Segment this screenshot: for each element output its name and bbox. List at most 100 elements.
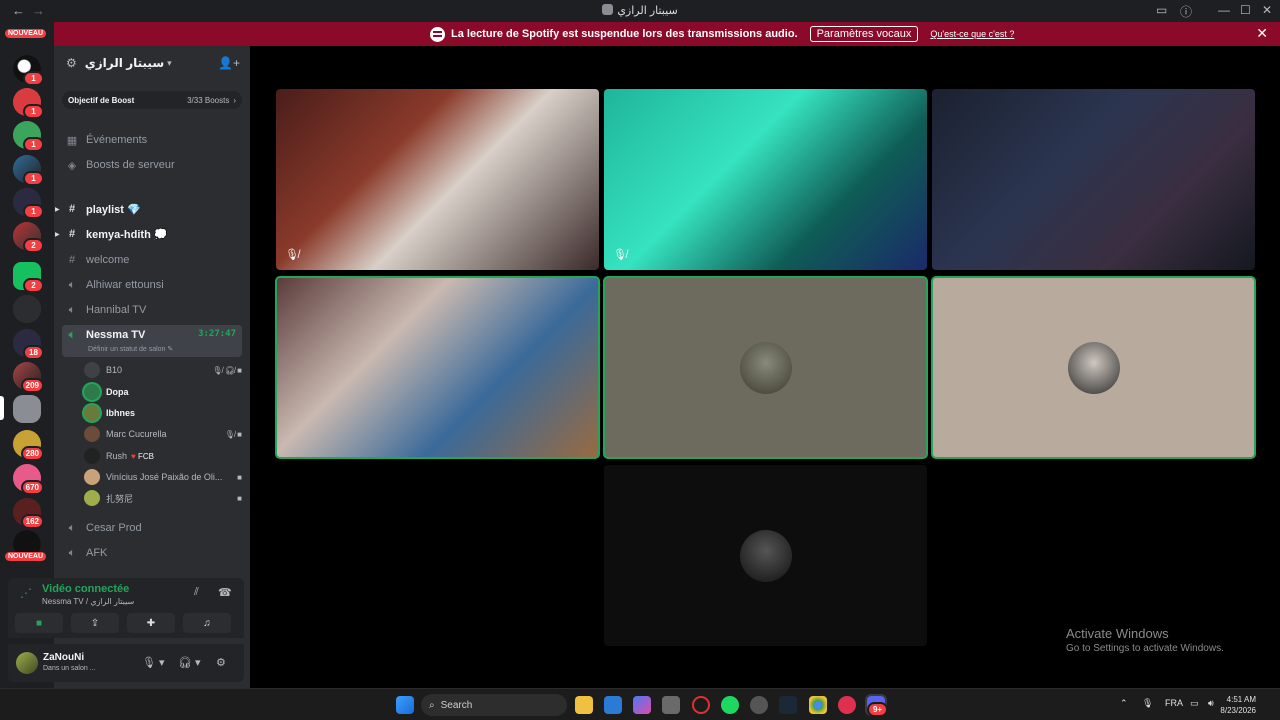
app-icon[interactable] xyxy=(750,696,768,714)
video-tile[interactable]: 🎙︎̸ xyxy=(276,89,599,270)
channel-server-boosts[interactable]: ◈ Boosts de serveur xyxy=(62,154,242,176)
minimize-icon[interactable]: — xyxy=(1218,3,1230,17)
server-icon-10[interactable]: 209 xyxy=(13,362,44,393)
voice-channel-alhiwar[interactable]: 🔈︎ Alhiwar ettounsi xyxy=(62,274,242,296)
soundboard-button[interactable]: ♫ xyxy=(183,613,231,633)
chevron-right-icon: › xyxy=(233,95,236,105)
unread-badge: 670 xyxy=(20,480,44,495)
server-icon-12[interactable]: 280 xyxy=(13,430,44,461)
windows-taskbar: ⌕ Search 9+ ⌃ 🎙︎ FRA ▭ 🔊︎ 4:51 AM 8/23/2… xyxy=(0,688,1280,720)
server-header[interactable]: ⚙ سيبتار الرازي ▾ 👤+ xyxy=(54,46,250,80)
microphone-icon[interactable]: 🎙︎ ▾ xyxy=(142,656,165,669)
server-icon-5[interactable]: 1 xyxy=(13,188,44,219)
caret-right-icon: ▶ xyxy=(55,206,60,213)
chevron-up-icon[interactable]: ⌃ xyxy=(1120,698,1128,709)
file-explorer-icon[interactable] xyxy=(575,696,593,714)
channel-playlist[interactable]: ▶ # playlist 💎 xyxy=(55,198,242,220)
video-tile[interactable]: 🎙︎̸ xyxy=(604,89,927,270)
channel-label: Alhiwar ettounsi xyxy=(86,279,164,291)
server-icon-13[interactable]: 670 xyxy=(13,464,44,495)
voice-channel-afk[interactable]: 🔈︎ AFK xyxy=(62,542,242,564)
voice-channel-nessma-active[interactable]: 🔈︎ Nessma TV 3:27:47 Définir un statut d… xyxy=(62,325,242,357)
server-icon-14[interactable]: 162 xyxy=(13,498,44,529)
server-icon-active[interactable] xyxy=(13,395,41,423)
channel-kemya-hdith[interactable]: ▶ # kemya-hdith 💭 xyxy=(55,223,242,245)
avatar xyxy=(84,469,100,485)
microphone-tray-icon[interactable]: 🎙︎ xyxy=(1142,698,1153,709)
chrome-icon[interactable] xyxy=(809,696,827,714)
calculator-icon[interactable] xyxy=(662,696,680,714)
member-name: Ibhnes xyxy=(106,408,136,418)
active-server-pill xyxy=(0,396,4,420)
participant-avatar xyxy=(739,529,792,582)
server-icon-4[interactable]: 1 xyxy=(13,155,44,186)
video-tile-speaking[interactable] xyxy=(275,276,600,459)
fcb-tag: ♥ FCB xyxy=(131,451,154,461)
avatar xyxy=(84,490,100,506)
voice-location[interactable]: Nessma TV / سيبتار الرازي xyxy=(42,597,134,606)
copilot-icon[interactable] xyxy=(633,696,651,714)
server-icon-9[interactable]: 18 xyxy=(13,329,44,360)
channel-label: playlist 💎 xyxy=(86,203,141,216)
server-icon xyxy=(602,4,614,15)
activities-button[interactable]: ✚ xyxy=(127,613,175,633)
server-icon-6[interactable]: 2 xyxy=(13,222,44,253)
avatar xyxy=(84,405,100,421)
discord-taskbar-icon[interactable]: 9+ xyxy=(865,694,888,717)
window-title-area: سيبتار الرازي xyxy=(0,4,1280,17)
voice-member[interactable]: 扎努尼 ■ xyxy=(84,488,242,508)
avatar-tile[interactable] xyxy=(604,465,927,646)
voice-member[interactable]: Rush ♥ FCB xyxy=(84,446,242,466)
server-icon-7[interactable]: 2 xyxy=(13,262,44,293)
inbox-icon[interactable]: ▭ xyxy=(1156,3,1167,17)
server-icon-3[interactable]: 1 xyxy=(13,121,44,152)
what-is-this-link[interactable]: Qu'est-ce que c'est ? xyxy=(930,29,1014,39)
opera-icon[interactable] xyxy=(692,696,710,714)
avatar-tile-speaking[interactable] xyxy=(603,276,928,459)
video-tile[interactable] xyxy=(932,89,1255,270)
spotify-taskbar-icon[interactable] xyxy=(721,696,739,714)
server-icon-1[interactable]: 1 xyxy=(13,55,44,86)
speaker-icon: 🔈︎ xyxy=(68,303,76,316)
channel-welcome[interactable]: # welcome xyxy=(62,249,242,271)
invite-people-icon[interactable]: 👤+ xyxy=(218,56,240,70)
maximize-icon[interactable]: ☐ xyxy=(1240,3,1251,17)
voice-member[interactable]: Dopa xyxy=(84,382,242,402)
server-icon-2[interactable]: 1 xyxy=(13,88,44,119)
network-icon[interactable]: ▭ xyxy=(1190,698,1199,709)
camera-button[interactable]: ■ xyxy=(15,613,63,633)
steam-icon[interactable] xyxy=(779,696,797,714)
screen-share-button[interactable]: ⇪ xyxy=(71,613,119,633)
taskbar-clock[interactable]: 4:51 AM 8/23/2026 xyxy=(1220,694,1256,716)
channel-events[interactable]: ▦ Événements xyxy=(62,129,242,151)
unread-badge: 1 xyxy=(23,104,44,119)
noise-suppression-icon[interactable]: ⫽ xyxy=(194,586,199,599)
headphones-icon[interactable]: 🎧︎ ▾ xyxy=(178,656,201,669)
voice-member[interactable]: Marc Cucurella 🎙︎̸ ■ xyxy=(84,424,242,444)
username[interactable]: ZaNouNi xyxy=(43,652,84,663)
channel-label: Nessma TV xyxy=(86,329,146,341)
disconnect-icon[interactable]: ☎ xyxy=(218,586,232,599)
close-notice-icon[interactable]: ✕ xyxy=(1256,25,1268,42)
user-avatar[interactable] xyxy=(16,652,38,674)
voice-status[interactable]: Vidéo connectée xyxy=(42,583,129,595)
volume-icon[interactable]: 🔊︎ xyxy=(1208,698,1214,709)
set-channel-status[interactable]: Définir un statut de salon ✎ xyxy=(88,345,173,353)
server-icon-8[interactable] xyxy=(13,295,41,323)
windows-start-icon[interactable] xyxy=(396,696,414,714)
help-icon[interactable]: ⓘ xyxy=(1180,3,1192,20)
language-indicator[interactable]: FRA xyxy=(1165,698,1183,708)
close-window-icon[interactable]: ✕ xyxy=(1262,3,1272,17)
avatar-tile-speaking[interactable] xyxy=(931,276,1256,459)
voice-member[interactable]: B10 🎙︎̸ 🎧︎̸ ■ xyxy=(84,360,242,380)
boost-goal-bar[interactable]: Objectif de Boost 3/33 Boosts › xyxy=(62,91,242,109)
settings-gear-icon[interactable]: ⚙ xyxy=(216,656,226,669)
taskbar-search[interactable]: ⌕ Search xyxy=(421,694,567,716)
voice-channel-hannibal[interactable]: 🔈︎ Hannibal TV xyxy=(62,299,242,321)
app-icon[interactable] xyxy=(838,696,856,714)
voice-channel-cesar-prod[interactable]: 🔈︎ Cesar Prod xyxy=(62,517,242,539)
voice-settings-button[interactable]: Paramètres vocaux xyxy=(809,26,919,42)
store-icon[interactable] xyxy=(604,696,622,714)
voice-member[interactable]: Vinícius José Paixão de Oli... ■ xyxy=(84,467,242,487)
voice-member[interactable]: Ibhnes xyxy=(84,403,242,423)
